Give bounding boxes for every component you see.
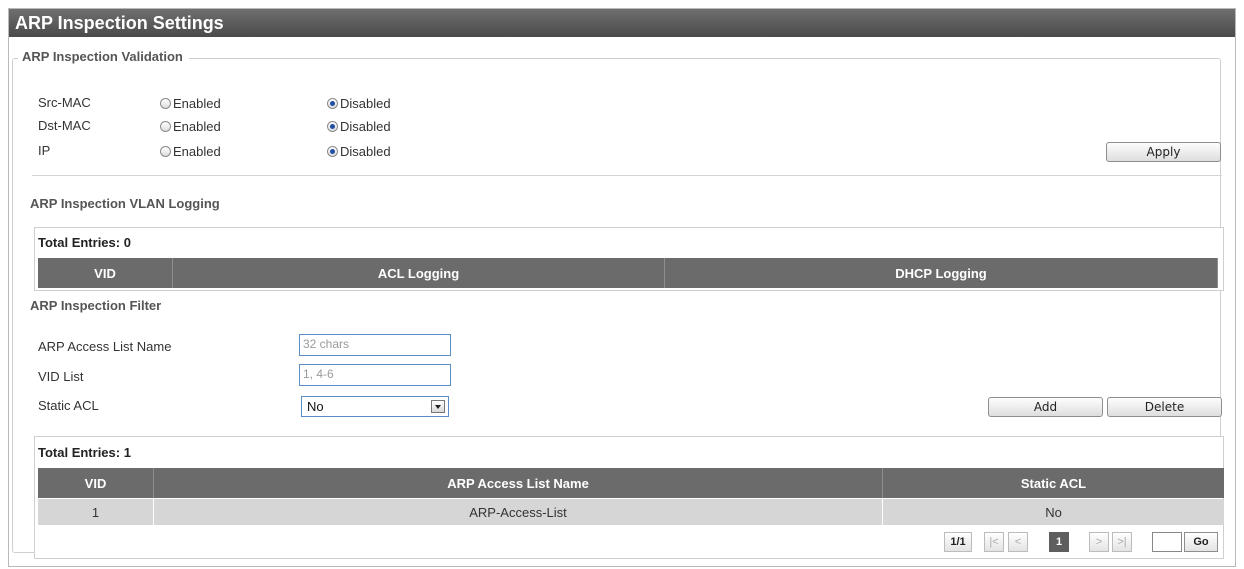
column-header-static-acl: Static ACL <box>1020 475 1087 491</box>
cell-static-acl: No <box>1045 504 1062 520</box>
validation-legend: ARP Inspection Validation <box>18 48 189 66</box>
acl-name-label: ARP Access List Name <box>38 339 172 354</box>
cell-vid: 1 <box>38 499 154 525</box>
radio-icon <box>160 98 171 109</box>
ip-disabled-radio[interactable]: Disabled <box>327 144 391 159</box>
page-title: ARP Inspection Settings <box>9 9 1235 37</box>
vlan-logging-header: VID ACL Logging DHCP Logging <box>38 258 1218 288</box>
radio-label: Enabled <box>173 96 221 111</box>
table-row[interactable]: 1 ARP-Access-List No <box>38 499 1224 525</box>
vlan-logging-total: Total Entries: 0 <box>38 235 131 250</box>
prev-page-button[interactable]: < <box>1008 532 1028 552</box>
acl-name-input[interactable]: 32 chars <box>299 334 451 356</box>
radio-label: Enabled <box>173 144 221 159</box>
radio-label: Enabled <box>173 119 221 134</box>
radio-icon <box>160 121 171 132</box>
vid-list-label: VID List <box>38 369 84 384</box>
src-mac-label: Src-MAC <box>38 95 91 110</box>
apply-button[interactable]: Apply <box>1106 142 1221 162</box>
static-acl-label: Static ACL <box>38 398 99 413</box>
ip-enabled-radio[interactable]: Enabled <box>160 144 221 159</box>
vid-list-input[interactable]: 1, 4-6 <box>299 364 451 386</box>
column-header-vid: VID <box>38 258 173 288</box>
ip-label: IP <box>38 143 51 158</box>
filter-heading: ARP Inspection Filter <box>30 298 162 313</box>
column-header-dhcp-logging: DHCP Logging <box>665 258 1218 288</box>
acl-table-header: VID ARP Access List Name Static ACL <box>38 468 1224 498</box>
next-page-button[interactable]: > <box>1089 532 1109 552</box>
radio-label: Disabled <box>340 119 391 134</box>
radio-selected-icon <box>327 98 338 109</box>
src-mac-disabled-radio[interactable]: Disabled <box>327 96 391 111</box>
src-mac-enabled-radio[interactable]: Enabled <box>160 96 221 111</box>
chevron-down-icon[interactable] <box>431 400 445 413</box>
static-acl-select[interactable]: No <box>301 396 449 417</box>
go-button[interactable]: Go <box>1184 532 1218 552</box>
radio-label: Disabled <box>340 144 391 159</box>
static-acl-value: No <box>307 399 324 414</box>
dst-mac-disabled-radio[interactable]: Disabled <box>327 119 391 134</box>
acl-table-total: Total Entries: 1 <box>38 445 131 460</box>
radio-selected-icon <box>327 146 338 157</box>
page-info: 1/1 <box>944 532 972 552</box>
vlan-logging-heading: ARP Inspection VLAN Logging <box>30 196 220 211</box>
radio-icon <box>160 146 171 157</box>
first-page-button[interactable]: |< <box>984 532 1004 552</box>
divider <box>32 175 1222 176</box>
dst-mac-label: Dst-MAC <box>38 118 91 133</box>
column-header-acl-name: ARP Access List Name <box>154 468 883 498</box>
current-page-button[interactable]: 1 <box>1049 532 1069 552</box>
radio-selected-icon <box>327 121 338 132</box>
column-header-acl-logging: ACL Logging <box>173 258 665 288</box>
last-page-button[interactable]: >| <box>1112 532 1132 552</box>
radio-label: Disabled <box>340 96 391 111</box>
column-header-vid: VID <box>38 468 154 498</box>
delete-button[interactable]: Delete <box>1107 397 1222 417</box>
cell-acl-name: ARP-Access-List <box>154 499 883 525</box>
dst-mac-enabled-radio[interactable]: Enabled <box>160 119 221 134</box>
add-button[interactable]: Add <box>988 397 1103 417</box>
page-number-input[interactable] <box>1152 532 1182 552</box>
